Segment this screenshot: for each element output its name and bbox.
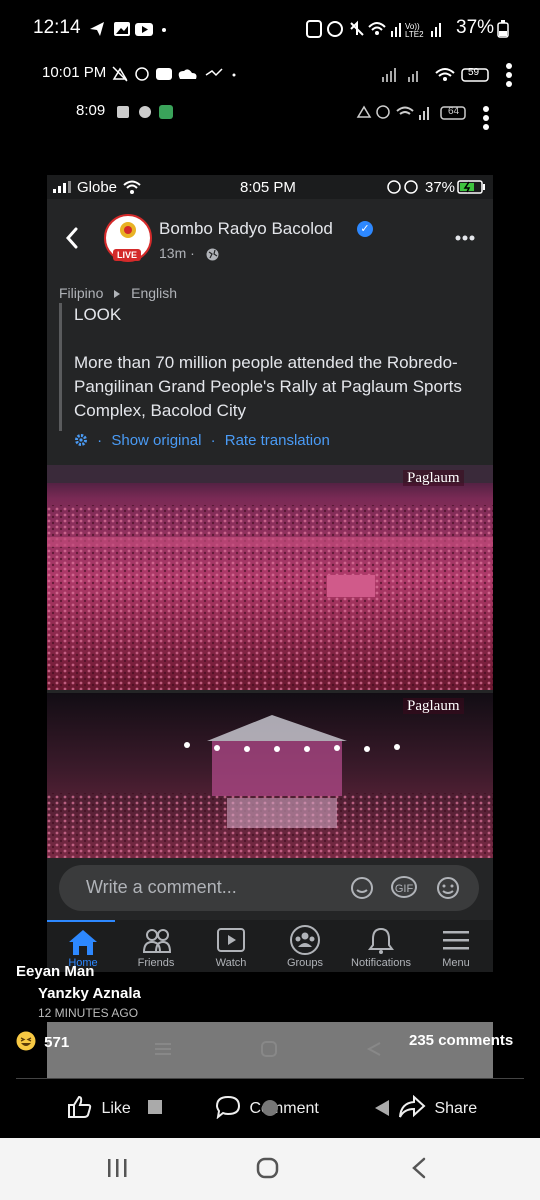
post-heading: LOOK (74, 305, 122, 324)
inner-time: 8:05 PM (240, 179, 296, 196)
recent-apps-icon[interactable] (106, 1158, 128, 1178)
home-button-icon[interactable] (256, 1157, 280, 1179)
share-button[interactable]: Share (398, 1095, 477, 1119)
status-notification-icons (90, 22, 166, 36)
tab-groups[interactable]: Groups (269, 920, 341, 972)
back-arrow-icon[interactable] (65, 227, 79, 249)
emoji-icon[interactable] (435, 876, 461, 900)
status-bar: 12:14 Vo)) LTE2 37% (0, 0, 540, 60)
haha-reaction-icon (16, 1031, 36, 1051)
notification-icons (117, 105, 173, 119)
tab-friends[interactable]: Friends (120, 920, 192, 972)
svg-text:LTE2: LTE2 (405, 30, 424, 39)
share-arrow-icon (399, 1095, 426, 1118)
tab-notifications[interactable]: Notifications (345, 920, 417, 972)
live-badge: LIVE (113, 249, 142, 261)
groups-icon (290, 925, 320, 955)
comment-placeholder: Write a comment... (86, 877, 237, 897)
signal-icon (53, 181, 71, 193)
sticker-icon[interactable] (349, 876, 375, 900)
back-icon (366, 1042, 381, 1056)
comment-label: Comment (249, 1100, 319, 1117)
translation-languages: Filipino English (59, 285, 177, 301)
reaction-count: 571 (44, 1034, 70, 1051)
stage-photo[interactable] (47, 693, 493, 858)
tab-watch[interactable]: Watch (195, 920, 267, 972)
carrier: Globe (77, 179, 118, 196)
gif-button[interactable]: GIF (391, 876, 417, 898)
page-name[interactable]: Bombo Radyo Bacolod (159, 219, 333, 239)
battery-level: 59 (468, 67, 480, 78)
translation-links: · Show original · Rate translation (74, 432, 330, 449)
globe-icon (206, 248, 219, 261)
android-nav-bar (0, 1138, 540, 1200)
comment-bubble-icon (215, 1095, 241, 1119)
reactions[interactable]: 571 (16, 1031, 69, 1051)
comment-count[interactable]: 235 comments (409, 1032, 513, 1049)
battery-icon (497, 20, 509, 38)
tab-label: Menu (442, 957, 470, 969)
bell-icon (368, 927, 394, 954)
share-label: Share (434, 1100, 478, 1117)
back-button-icon[interactable] (410, 1157, 428, 1179)
status-time: 10:01 PM (42, 64, 107, 81)
verified-icon: ✓ (357, 221, 373, 237)
like-label: Like (101, 1100, 131, 1117)
more-vert-icon[interactable] (482, 105, 490, 131)
tab-label: Friends (137, 957, 175, 969)
author-name[interactable]: Yanzky Aznala (38, 985, 141, 1002)
nested-status-bar-1: 10:01 PM 59 (0, 60, 540, 90)
divider (16, 1078, 524, 1079)
status-time: 12:14 (33, 17, 81, 38)
comment-input[interactable]: Write a comment... GIF (59, 865, 479, 911)
more-options-icon[interactable] (455, 235, 475, 241)
recents-icon (155, 1043, 171, 1055)
tab-bar: Home Friends Watch Groups Notifications … (47, 920, 493, 972)
status-system-icons: Vo))LTE2 (306, 20, 441, 39)
lang-from: Filipino (59, 285, 104, 301)
wifi-icon (123, 180, 141, 194)
crowd-photo[interactable] (47, 465, 493, 690)
post-text: More than 70 million people attended the… (74, 353, 462, 420)
tab-menu[interactable]: Menu (420, 920, 492, 972)
arrow-right-icon (114, 290, 121, 298)
sharer-name[interactable]: Eeyan Man (16, 963, 94, 980)
tab-label: Notifications (351, 957, 411, 969)
alarm-icons (387, 180, 418, 194)
thumbs-up-icon (68, 1095, 92, 1118)
inner-battery: 37% (425, 179, 456, 196)
ghost-circle (262, 1100, 278, 1116)
home-circle-icon (261, 1041, 277, 1057)
rate-translation-link[interactable]: Rate translation (225, 432, 330, 449)
paglaum-watermark: Paglaum (403, 697, 464, 715)
nested-status-bar-2: 8:09 64 (0, 95, 540, 135)
post-time: 13m · (159, 245, 195, 261)
ghost-triangle (375, 1100, 389, 1116)
status-battery: 37% (456, 17, 495, 38)
battery-level: 64 (448, 106, 460, 117)
settings-gear-icon (75, 434, 87, 446)
inner-status-bar: Globe 8:05 PM 37% (47, 175, 493, 199)
home-icon (69, 930, 97, 955)
show-original-link[interactable]: Show original (111, 432, 201, 449)
tab-label: Groups (286, 957, 324, 969)
like-button[interactable]: Like (67, 1095, 131, 1119)
friends-icon (142, 929, 172, 953)
ghost-nav-overlay (47, 1022, 493, 1078)
watch-icon (217, 928, 245, 952)
menu-icon (443, 931, 469, 950)
notification-icons (112, 66, 236, 82)
more-vert-icon[interactable] (505, 62, 513, 88)
status-time: 8:09 (76, 102, 106, 119)
tab-label: Watch (215, 957, 247, 969)
paglaum-watermark: Paglaum (403, 469, 464, 487)
battery-charging-icon (457, 180, 485, 194)
embedded-screenshot: Globe 8:05 PM 37% LIVE Bombo Radyo Bacol… (47, 175, 493, 972)
time-ago: 12 MINUTES AGO (38, 1006, 139, 1020)
lang-to: English (131, 285, 178, 301)
ghost-square (148, 1100, 162, 1114)
quote-bar (59, 303, 62, 431)
